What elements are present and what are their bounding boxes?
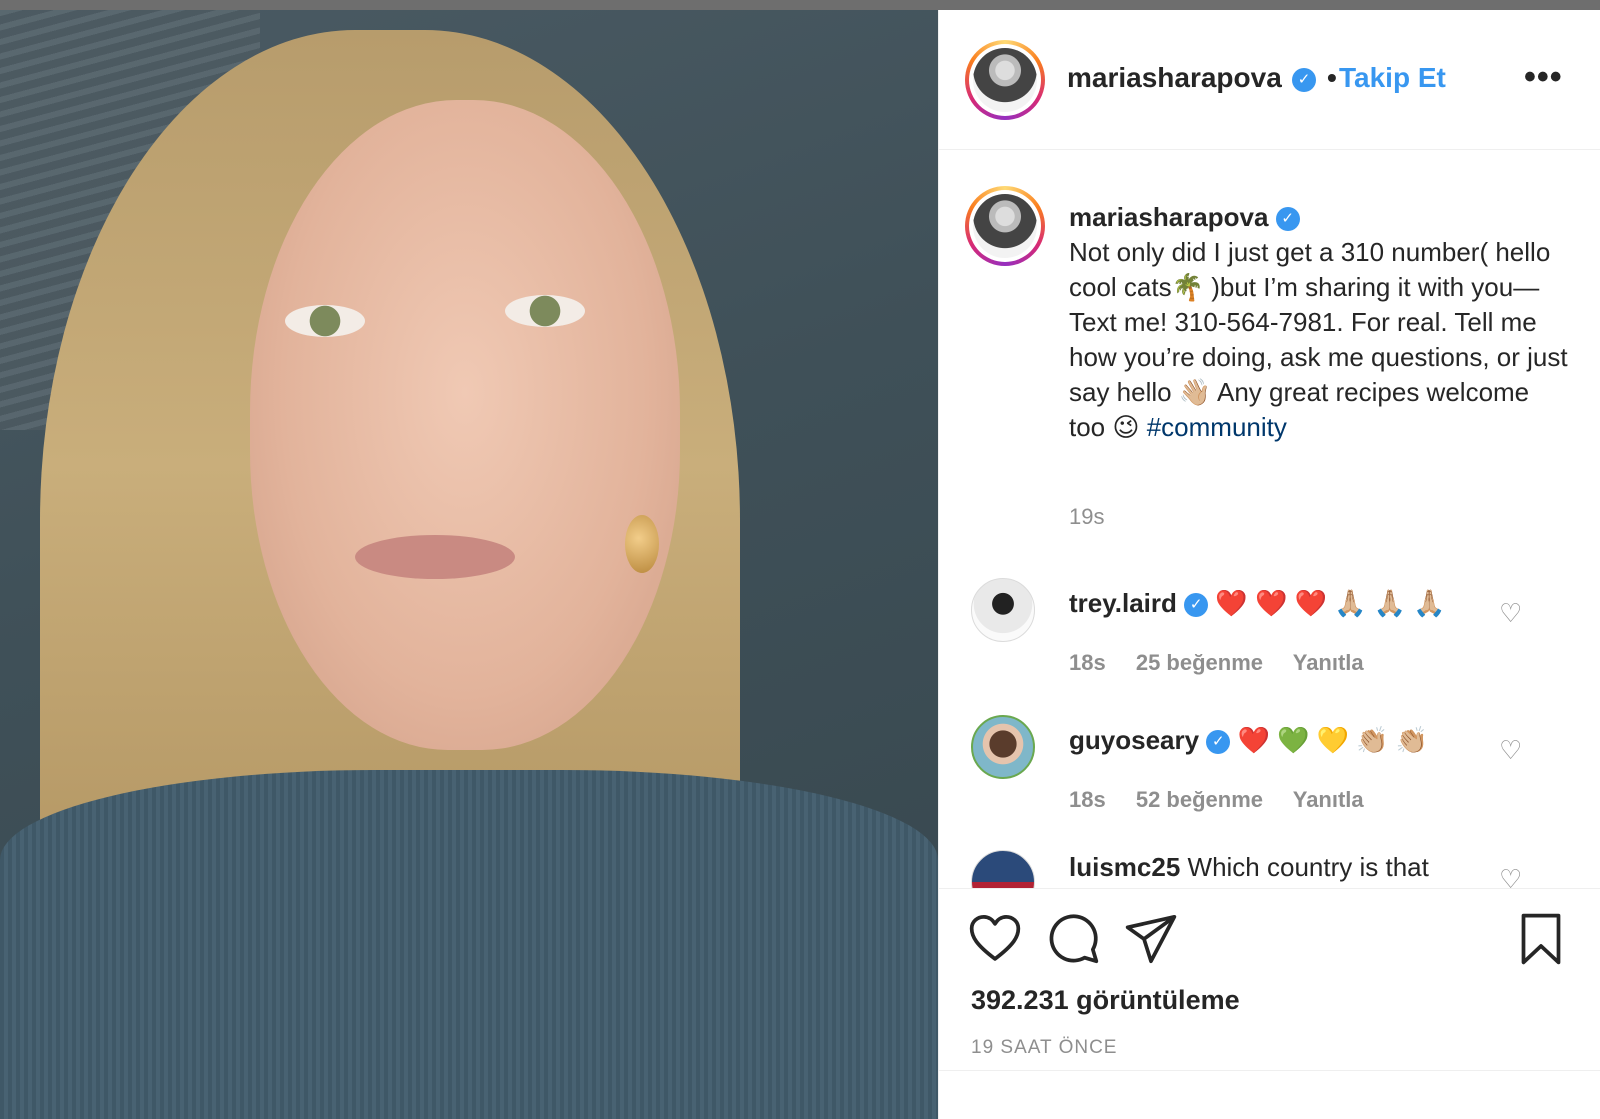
view-count[interactable]: 392.231 görüntüleme	[971, 985, 1240, 1016]
post-caption: mariasharapova ✓ Not only did I just get…	[1069, 200, 1569, 445]
commenter-avatar[interactable]	[971, 578, 1035, 642]
comment-username[interactable]: guyoseary	[1069, 725, 1199, 755]
caption-timestamp[interactable]: 19s	[1069, 504, 1104, 530]
comment-likes[interactable]: 52 beğenme	[1136, 787, 1263, 812]
author-avatar[interactable]	[965, 40, 1045, 120]
commenter-avatar[interactable]	[971, 715, 1035, 779]
earring	[625, 515, 659, 573]
comment-body: guyoseary ✓ ❤️ 💚 💛 👏🏼 👏🏼	[1069, 725, 1428, 756]
paper-plane-icon[interactable]	[1123, 911, 1179, 967]
sweater	[0, 770, 938, 1119]
comment-username[interactable]: trey.laird	[1069, 588, 1177, 618]
caption-username[interactable]: mariasharapova	[1069, 202, 1268, 232]
comment-meta: 18s 25 beğenme Yanıtla	[1069, 650, 1388, 676]
comment-text: ❤️ ❤️ ❤️ 🙏🏼 🙏🏼 🙏🏼	[1215, 588, 1446, 618]
commenter-avatar[interactable]	[971, 850, 1035, 888]
comments-scroll-edge: luismc25 Which country is that ♡	[939, 850, 1600, 888]
comment-text: ❤️ 💚 💛 👏🏼 👏🏼	[1237, 725, 1429, 755]
bookmark-icon[interactable]	[1513, 911, 1569, 967]
reply-button[interactable]: Yanıtla	[1293, 787, 1364, 812]
caption-text: Not only did I just get a 310 number( he…	[1069, 237, 1568, 442]
heart-icon[interactable]	[967, 911, 1023, 967]
verified-badge-icon: ✓	[1292, 68, 1316, 92]
more-options-icon[interactable]: •••	[1524, 58, 1563, 97]
right-eye	[505, 295, 585, 327]
post-side-panel: mariasharapova ✓ • Takip Et ••• mariasha…	[938, 10, 1600, 1119]
face-shape	[250, 100, 680, 750]
comment-likes[interactable]: 25 beğenme	[1136, 650, 1263, 675]
verified-badge-icon: ✓	[1206, 730, 1231, 755]
verified-badge-icon: ✓	[1275, 207, 1300, 232]
post-video[interactable]	[0, 10, 938, 1119]
comment-body: luismc25 Which country is that	[1069, 852, 1429, 883]
separator-dot: •	[1327, 62, 1337, 93]
author-username[interactable]: mariasharapova	[1067, 62, 1282, 94]
comment-text: Which country is that	[1187, 852, 1429, 882]
reply-button[interactable]: Yanıtla	[1293, 650, 1364, 675]
left-eye	[285, 305, 365, 337]
comment-heart-icon[interactable]: ♡	[1499, 864, 1522, 888]
comment-heart-icon[interactable]: ♡	[1499, 735, 1522, 766]
comment-timestamp[interactable]: 18s	[1069, 650, 1106, 675]
comment-timestamp[interactable]: 18s	[1069, 787, 1106, 812]
post-header: mariasharapova ✓ • Takip Et •••	[939, 10, 1600, 150]
browser-top-strip	[0, 0, 1600, 10]
comment-body: trey.laird ✓ ❤️ ❤️ ❤️ 🙏🏼 🙏🏼 🙏🏼	[1069, 588, 1446, 619]
verified-badge-icon: ✓	[1184, 593, 1209, 618]
comment-meta: 18s 52 beğenme Yanıtla	[1069, 787, 1388, 813]
caption-author-avatar[interactable]	[965, 186, 1045, 266]
comment-bubble-icon[interactable]	[1045, 911, 1101, 967]
comment-username[interactable]: luismc25	[1069, 852, 1180, 882]
mouth	[355, 535, 515, 579]
follow-button[interactable]: Takip Et	[1339, 62, 1446, 94]
hashtag-link[interactable]: #community	[1147, 412, 1287, 442]
comment-heart-icon[interactable]: ♡	[1499, 598, 1522, 629]
post-time-ago[interactable]: 19 SAAT ÖNCE	[971, 1037, 1117, 1059]
divider	[939, 1070, 1600, 1071]
post-actions-bar: 392.231 görüntüleme 19 SAAT ÖNCE	[939, 888, 1600, 1119]
